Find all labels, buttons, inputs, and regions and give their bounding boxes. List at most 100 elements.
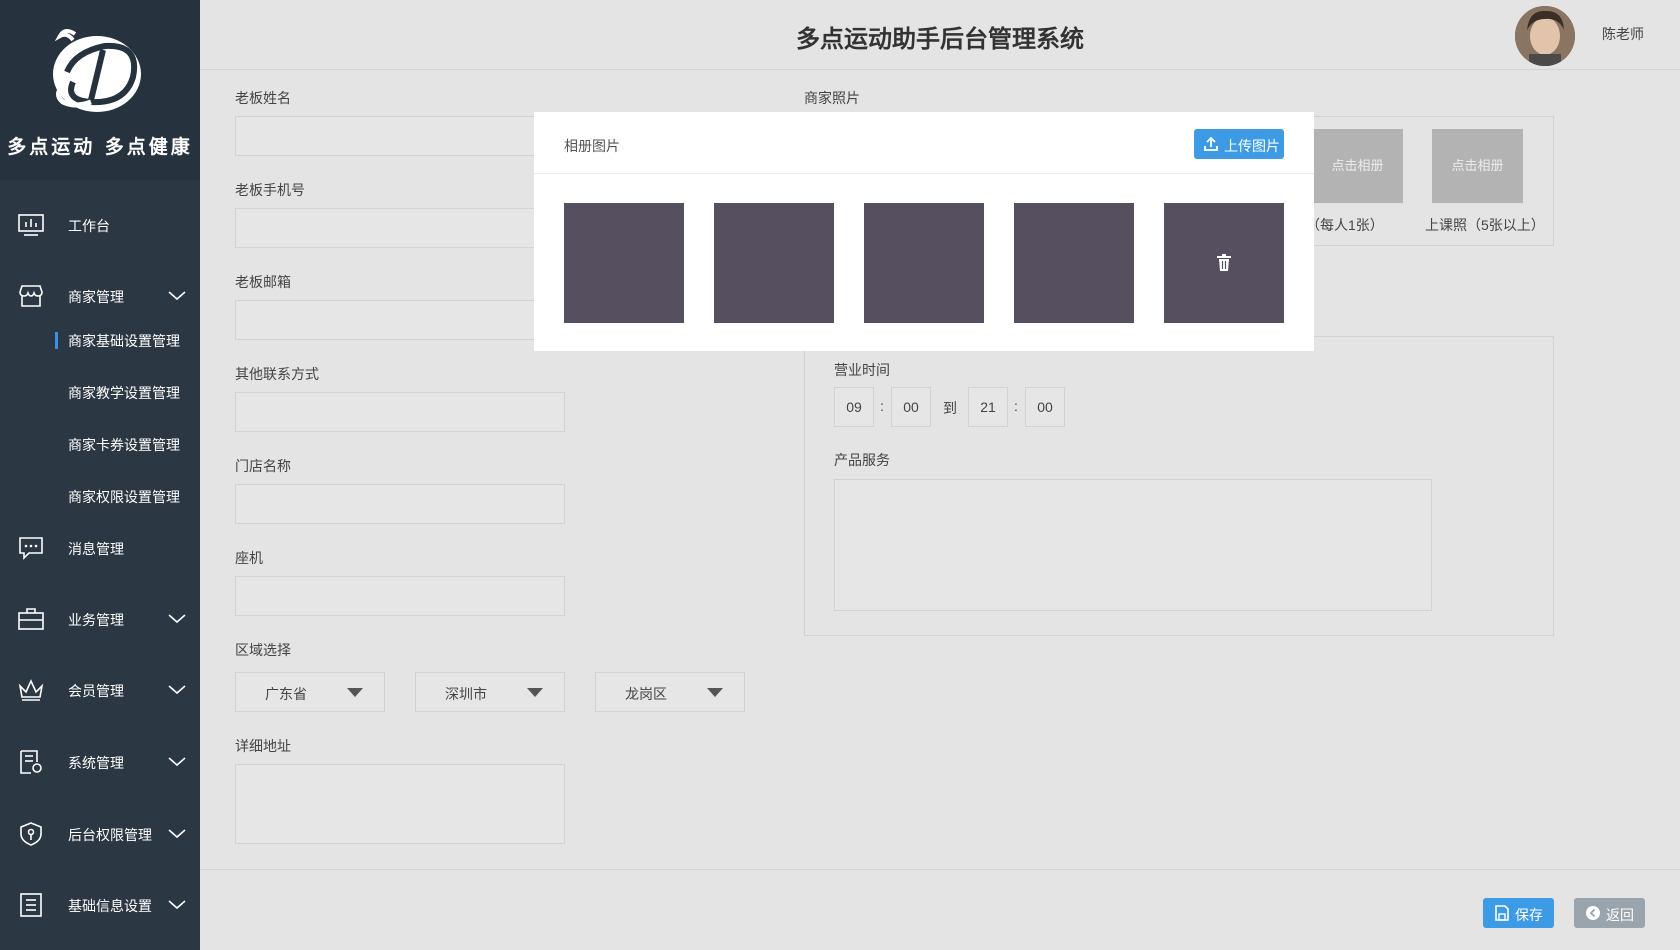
save-label: 保存 bbox=[1515, 907, 1543, 923]
album-photo[interactable] bbox=[564, 203, 684, 323]
address-field[interactable] bbox=[235, 764, 565, 844]
store-icon bbox=[19, 285, 43, 307]
boss-email-label: 老板邮箱 bbox=[235, 274, 291, 290]
sidebar-item-label: 工作台 bbox=[68, 218, 110, 234]
album-photo[interactable] bbox=[1164, 203, 1284, 323]
sidebar-item-merchant[interactable]: 商家管理 bbox=[0, 274, 200, 318]
upload-image-label: 上传图片 bbox=[1224, 138, 1280, 154]
boss-phone-field[interactable] bbox=[235, 208, 565, 248]
district-select[interactable]: 龙岗区 bbox=[595, 672, 745, 712]
close-minute-field[interactable]: 00 bbox=[1025, 387, 1065, 427]
list-document-icon bbox=[20, 893, 42, 917]
close-hour-field[interactable]: 21 bbox=[968, 387, 1008, 427]
region-label: 区域选择 bbox=[235, 642, 291, 658]
time-colon: : bbox=[880, 398, 884, 414]
back-button[interactable]: 返回 bbox=[1574, 898, 1645, 928]
open-minute-field[interactable]: 00 bbox=[891, 387, 931, 427]
sidebar-item-label: 业务管理 bbox=[68, 612, 124, 628]
city-value: 深圳市 bbox=[445, 686, 487, 702]
upload-icon bbox=[1204, 136, 1218, 151]
address-label: 详细地址 bbox=[235, 738, 291, 754]
sidebar-item-label: 消息管理 bbox=[68, 541, 124, 557]
boss-email-field[interactable] bbox=[235, 300, 565, 340]
album-photo[interactable] bbox=[714, 203, 834, 323]
save-icon bbox=[1495, 905, 1509, 921]
sidebar-subitem-merchant-coupon[interactable]: 商家卡券设置管理 bbox=[68, 435, 180, 455]
avatar-image bbox=[1515, 6, 1575, 66]
dropdown-arrow-icon bbox=[527, 688, 543, 697]
sidebar-subitem-merchant-basic[interactable]: 商家基础设置管理 bbox=[55, 331, 180, 351]
boss-name-label: 老板姓名 bbox=[235, 90, 291, 106]
logo-slogan: 多点运动 多点健康 bbox=[7, 136, 193, 158]
delete-trash-icon[interactable] bbox=[1216, 254, 1232, 272]
settings-document-icon bbox=[20, 750, 42, 774]
chevron-down-icon bbox=[168, 614, 186, 624]
album-photo[interactable] bbox=[1014, 203, 1134, 323]
boss-name-field[interactable] bbox=[235, 116, 565, 156]
dropdown-arrow-icon bbox=[707, 688, 723, 697]
other-contact-field[interactable] bbox=[235, 392, 565, 432]
monitor-chart-icon bbox=[18, 214, 44, 236]
class-album-thumb[interactable]: 点击相册 bbox=[1432, 129, 1523, 203]
sidebar-item-basic-info[interactable]: 基础信息设置 bbox=[0, 883, 200, 927]
merchant-photos-label: 商家照片 bbox=[804, 90, 860, 106]
sidebar-subitem-merchant-permission[interactable]: 商家权限设置管理 bbox=[68, 487, 180, 507]
open-hour-field[interactable]: 09 bbox=[834, 387, 874, 427]
business-hours-label: 营业时间 bbox=[834, 362, 890, 378]
album-photo[interactable] bbox=[864, 203, 984, 323]
sidebar-item-label: 系统管理 bbox=[68, 755, 124, 771]
logo-area: 多点运动 多点健康 bbox=[0, 0, 200, 180]
other-contact-label: 其他联系方式 bbox=[235, 366, 319, 382]
landline-field[interactable] bbox=[235, 576, 565, 616]
services-field[interactable] bbox=[834, 479, 1432, 611]
services-label: 产品服务 bbox=[834, 452, 890, 468]
sidebar-item-business[interactable]: 业务管理 bbox=[0, 597, 200, 641]
back-arrow-icon bbox=[1586, 906, 1600, 920]
album-modal-title: 相册图片 bbox=[564, 138, 620, 154]
chevron-down-icon bbox=[168, 685, 186, 695]
sidebar-subitem-merchant-teaching[interactable]: 商家教学设置管理 bbox=[68, 383, 180, 403]
header: 多点运动助手后台管理系统 陈老师 bbox=[200, 0, 1680, 70]
logo-mark-icon bbox=[53, 29, 141, 112]
sidebar: 多点运动 多点健康 工作台 商家管理 商家基础设置管理 商家教学设置管理 商家卡… bbox=[0, 0, 200, 950]
album-modal: 相册图片 上传图片 bbox=[534, 112, 1314, 351]
teacher-album-thumb[interactable]: 点击相册 bbox=[1312, 129, 1403, 203]
chevron-down-icon bbox=[168, 829, 186, 839]
province-select[interactable]: 广东省 bbox=[235, 672, 385, 712]
upload-image-button[interactable]: 上传图片 bbox=[1194, 129, 1284, 159]
crown-icon bbox=[18, 679, 44, 701]
sidebar-item-system[interactable]: 系统管理 bbox=[0, 740, 200, 784]
sidebar-item-messages[interactable]: 消息管理 bbox=[0, 526, 200, 570]
dropdown-arrow-icon bbox=[347, 688, 363, 697]
chevron-down-icon bbox=[168, 900, 186, 910]
footer: 保存 返回 bbox=[200, 869, 1680, 950]
sidebar-item-members[interactable]: 会员管理 bbox=[0, 668, 200, 712]
time-colon: : bbox=[1014, 398, 1018, 414]
sidebar-item-admin-permission[interactable]: 后台权限管理 bbox=[0, 812, 200, 856]
time-to-label: 到 bbox=[943, 400, 957, 416]
back-label: 返回 bbox=[1606, 907, 1634, 923]
page-title: 多点运动助手后台管理系统 bbox=[796, 26, 1084, 53]
sidebar-item-label: 后台权限管理 bbox=[68, 827, 152, 843]
sidebar-item-label: 基础信息设置 bbox=[68, 898, 152, 914]
boss-phone-label: 老板手机号 bbox=[235, 182, 305, 198]
district-value: 龙岗区 bbox=[625, 686, 667, 702]
chevron-down-icon bbox=[168, 757, 186, 767]
album-modal-header: 相册图片 上传图片 bbox=[534, 112, 1314, 174]
user-name[interactable]: 陈老师 bbox=[1602, 24, 1644, 44]
store-name-label: 门店名称 bbox=[235, 458, 291, 474]
province-value: 广东省 bbox=[265, 686, 307, 702]
sidebar-item-label: 商家管理 bbox=[68, 289, 124, 305]
shield-key-icon bbox=[20, 822, 42, 846]
class-album-caption: 上课照（5张以上） bbox=[1425, 217, 1545, 233]
save-button[interactable]: 保存 bbox=[1483, 898, 1554, 928]
city-select[interactable]: 深圳市 bbox=[415, 672, 565, 712]
chat-bubble-icon bbox=[19, 537, 43, 560]
sidebar-item-workbench[interactable]: 工作台 bbox=[0, 203, 200, 247]
briefcase-icon bbox=[18, 608, 44, 630]
chevron-down-icon bbox=[168, 291, 186, 301]
sidebar-item-label: 会员管理 bbox=[68, 683, 124, 699]
store-name-field[interactable] bbox=[235, 484, 565, 524]
landline-label: 座机 bbox=[235, 550, 263, 566]
avatar[interactable] bbox=[1515, 6, 1575, 66]
